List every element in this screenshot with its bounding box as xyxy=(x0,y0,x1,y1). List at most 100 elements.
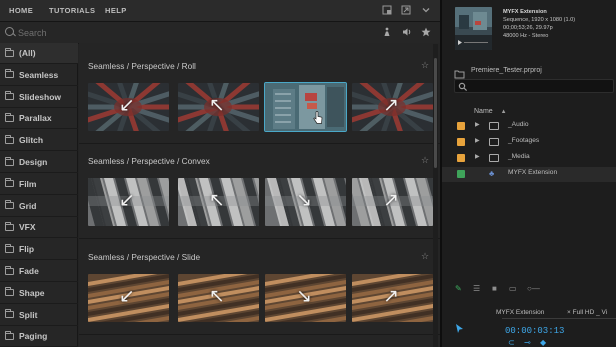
direction-arrow-icon: ↘ xyxy=(296,286,312,307)
timeline-tab[interactable]: MYFX Extension xyxy=(496,309,544,316)
section-divider xyxy=(79,238,440,239)
search-icon xyxy=(5,27,14,36)
project-item-label: _Audio xyxy=(508,121,529,128)
folder-icon xyxy=(5,221,14,231)
snap-icon[interactable]: ⊂ xyxy=(508,338,515,347)
sidebar-item-fade[interactable]: Fade xyxy=(0,261,78,282)
myfx-extension-panel: HOME TUTORIALS HELP (All) Seamless Slidesh… xyxy=(0,0,440,347)
tab-home[interactable]: HOME xyxy=(9,6,33,15)
search-bar xyxy=(0,22,440,44)
sidebar-item-all[interactable]: (All) xyxy=(0,43,78,64)
selection-tool-icon[interactable] xyxy=(454,321,465,333)
playhead-timecode[interactable]: 00:00:03:13 xyxy=(505,326,564,336)
preset-thumbnail[interactable]: ↖ xyxy=(178,274,259,322)
sequence-dropdown-label: Full HD _ Vi xyxy=(572,309,608,316)
preset-thumbnail[interactable]: ↘ xyxy=(265,178,346,226)
section-title: Seamless / Perspective / Convex xyxy=(88,156,210,166)
zoom-slider[interactable]: ○— xyxy=(527,284,540,293)
project-bin-row[interactable]: ▶ _Audio xyxy=(442,119,616,134)
label-color-chip[interactable] xyxy=(457,122,465,130)
preset-thumbnail[interactable]: ↗ xyxy=(352,274,433,322)
sequence-thumbnail[interactable] xyxy=(455,7,492,50)
favorite-star-icon[interactable]: ☆ xyxy=(421,60,429,71)
preset-thumbnail[interactable]: ↙ xyxy=(88,178,169,226)
close-icon[interactable]: × xyxy=(567,309,571,316)
expand-triangle-icon[interactable]: ▶ xyxy=(475,121,480,128)
direction-arrow-icon: ↙ xyxy=(119,286,135,307)
marker-icon[interactable]: ◆ xyxy=(540,338,546,347)
project-bin-row[interactable]: ▶ _Media xyxy=(442,151,616,166)
project-sequence-row[interactable]: ♣ MYFX Extension xyxy=(442,167,616,182)
preset-thumbnail[interactable]: ↙ xyxy=(88,83,169,131)
freeform-view-icon[interactable]: ▭ xyxy=(509,284,517,293)
sequence-icon: ♣ xyxy=(489,169,495,178)
window-icon[interactable] xyxy=(381,5,393,17)
direction-arrow-icon: ↖ xyxy=(209,190,225,211)
label-color-chip[interactable] xyxy=(457,154,465,162)
tab-help[interactable]: HELP xyxy=(105,6,127,15)
direction-arrow-icon: ↗ xyxy=(383,286,399,307)
sidebar-item-label: Shape xyxy=(19,287,45,298)
expand-triangle-icon[interactable]: ▶ xyxy=(475,137,480,144)
detach-icon[interactable] xyxy=(400,5,412,17)
hand-cursor-icon xyxy=(313,111,323,125)
pencil-icon[interactable]: ✎ xyxy=(455,284,462,293)
premiere-project-panel: MYFX Extension Sequence, 1920 x 1080 (1.… xyxy=(440,0,616,347)
section-divider xyxy=(79,143,440,144)
icon-view-icon[interactable]: ■ xyxy=(492,284,497,293)
chevron-down-icon[interactable] xyxy=(420,5,432,17)
favorite-star-icon[interactable]: ☆ xyxy=(421,251,429,262)
timeline-divider xyxy=(502,318,616,319)
folder-icon xyxy=(5,287,14,297)
gallery-scrollbar-thumb[interactable] xyxy=(434,58,437,168)
sidebar-item-label: Grid xyxy=(19,200,37,211)
sidebar-item-label: Slideshow xyxy=(19,91,62,102)
tab-tutorials[interactable]: TUTORIALS xyxy=(49,6,95,15)
project-search-input[interactable] xyxy=(454,79,614,93)
sidebar-item-film[interactable]: Film xyxy=(0,174,78,195)
sidebar-item-slideshow[interactable]: Slideshow xyxy=(0,87,78,108)
direction-arrow-icon: ↗ xyxy=(383,95,399,116)
volume-icon[interactable] xyxy=(401,27,413,39)
expand-triangle-icon[interactable]: ▶ xyxy=(475,153,480,160)
label-color-chip[interactable] xyxy=(457,138,465,146)
sidebar-item-vfx[interactable]: VFX xyxy=(0,217,78,239)
sequence-dropdown[interactable]: × Full HD _ Vi xyxy=(567,309,607,316)
bin-folder-icon xyxy=(489,122,499,130)
category-sidebar: (All) Seamless Slideshow Parallax Glitch Desi… xyxy=(0,43,78,347)
search-input[interactable] xyxy=(18,26,138,40)
section-title: Seamless / Perspective / Roll xyxy=(88,61,196,71)
name-column-header[interactable]: Name ▲ xyxy=(474,108,507,115)
sidebar-item-shape[interactable]: Shape xyxy=(0,283,78,304)
preset-gallery: Seamless / Perspective / Roll ☆ ↙ ↖ ↗ Seamles… xyxy=(79,43,440,347)
preset-thumbnail[interactable] xyxy=(264,82,347,132)
preset-thumbnail[interactable]: ↘ xyxy=(265,274,346,322)
direction-arrow-icon: ↘ xyxy=(296,190,312,211)
preset-thumbnail[interactable]: ↖ xyxy=(178,83,259,131)
preset-thumbnail[interactable]: ↙ xyxy=(88,274,169,322)
star-icon[interactable] xyxy=(420,27,432,39)
sidebar-item-glitch[interactable]: Glitch xyxy=(0,130,78,152)
sidebar-item-label: (All) xyxy=(19,48,36,58)
sequence-duration: 00;00;53;26, 29.97p xyxy=(503,25,553,31)
project-bin-row[interactable]: ▶ _Footages xyxy=(442,135,616,150)
sidebar-item-grid[interactable]: Grid xyxy=(0,196,78,217)
project-file-icon xyxy=(454,67,465,79)
sidebar-item-design[interactable]: Design xyxy=(0,152,78,173)
figure-icon[interactable] xyxy=(381,27,393,39)
sidebar-item-split[interactable]: Split xyxy=(0,305,78,326)
section-divider xyxy=(79,334,440,335)
sidebar-item-label: Film xyxy=(19,178,37,189)
sidebar-item-seamless[interactable]: Seamless xyxy=(0,65,78,86)
preset-thumbnail[interactable]: ↖ xyxy=(178,178,259,226)
folder-icon xyxy=(5,156,14,166)
favorite-star-icon[interactable]: ☆ xyxy=(421,155,429,166)
preset-thumbnail[interactable]: ↗ xyxy=(352,178,433,226)
sidebar-item-parallax[interactable]: Parallax xyxy=(0,108,78,130)
preset-thumbnail[interactable]: ↗ xyxy=(352,83,433,131)
label-color-chip[interactable] xyxy=(457,170,465,178)
linked-selection-icon[interactable]: ⊸ xyxy=(524,338,531,347)
sidebar-item-paging[interactable]: Paging xyxy=(0,326,78,347)
sidebar-item-flip[interactable]: Flip xyxy=(0,239,78,261)
list-view-icon[interactable]: ☰ xyxy=(473,284,480,293)
